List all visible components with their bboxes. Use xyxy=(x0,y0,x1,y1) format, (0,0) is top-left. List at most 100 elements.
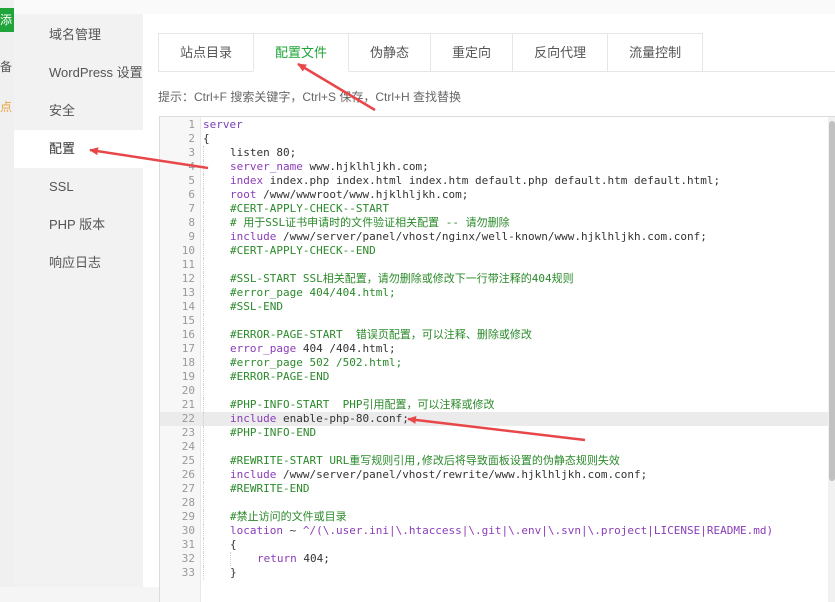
line-text: error_page 404 /404.html; xyxy=(230,342,396,355)
line-number: 19 xyxy=(181,370,195,383)
code-line[interactable]: 13 #error_page 404/404.html; xyxy=(160,286,828,300)
indent-guide xyxy=(203,384,204,398)
code-line[interactable]: 20 xyxy=(160,384,828,398)
line-text: server xyxy=(203,118,243,131)
code-line[interactable]: 12 #SSL-START SSL相关配置，请勿删除或修改下一行带注释的404规则 xyxy=(160,272,828,286)
code-line[interactable]: 6 root /www/wwwroot/www.hjklhljkh.com; xyxy=(160,188,828,202)
line-text: #SSL-END xyxy=(230,300,283,313)
sidebar-item-security[interactable]: 安全 xyxy=(14,92,143,130)
code-line[interactable]: 26 include /www/server/panel/vhost/rewrit… xyxy=(160,468,828,482)
sidebar-item-response-log[interactable]: 响应日志 xyxy=(14,244,143,282)
code-line[interactable]: 27 #REWRITE-END xyxy=(160,482,828,496)
tab-redirect[interactable]: 重定向 xyxy=(430,33,514,71)
code-line[interactable]: 14 #SSL-END xyxy=(160,300,828,314)
line-text: #ERROR-PAGE-START 错误页配置，可以注释、删除或修改 xyxy=(230,328,532,341)
code-line[interactable]: 22 include enable-php-80.conf; xyxy=(160,412,828,426)
code-line[interactable]: 5 index index.php index.html index.htm de… xyxy=(160,174,828,188)
code-line[interactable]: 1 server xyxy=(160,118,828,132)
code-line[interactable]: 23 #PHP-INFO-END xyxy=(160,426,828,440)
background-text-highlight: 点 xyxy=(0,100,13,114)
code-line[interactable]: 9 include /www/server/panel/vhost/nginx/w… xyxy=(160,230,828,244)
code-line[interactable]: 29 #禁止访问的文件或目录 xyxy=(160,510,828,524)
line-number: 12 xyxy=(181,272,195,285)
code-line[interactable]: 2{ xyxy=(160,132,828,146)
line-number: 28 xyxy=(181,496,195,509)
code-line[interactable]: 19 #ERROR-PAGE-END xyxy=(160,370,828,384)
line-number: 6 xyxy=(188,188,195,201)
line-text: include /www/server/panel/vhost/rewrite/… xyxy=(230,468,648,481)
code-line[interactable]: 8 # 用于SSL证书申请时的文件验证相关配置 -- 请勿删除 xyxy=(160,216,828,230)
code-line[interactable]: 3 listen 80; xyxy=(160,146,828,160)
code-line[interactable]: 16 #ERROR-PAGE-START 错误页配置，可以注释、删除或修改 xyxy=(160,328,828,342)
line-number: 22 xyxy=(181,412,195,425)
editor-scroll-thumb[interactable] xyxy=(829,121,835,481)
config-tabs: 站点目录 配置文件 伪静态 重定向 反向代理 流量控制 xyxy=(158,33,835,72)
line-number: 7 xyxy=(188,202,195,215)
indent-guide xyxy=(203,216,204,230)
modal-header xyxy=(14,0,835,15)
main-panel: 站点目录 配置文件 伪静态 重定向 反向代理 流量控制 提示：Ctrl+F 搜索… xyxy=(143,14,835,602)
background-page-strip: 添 备 点 xyxy=(0,0,15,587)
line-number: 17 xyxy=(181,342,195,355)
indent-guide xyxy=(203,328,204,342)
code-line[interactable]: 4 server_name www.hjklhljkh.com; xyxy=(160,160,828,174)
line-text: #PHP-INFO-START PHP引用配置，可以注释或修改 xyxy=(230,398,495,411)
line-text: #PHP-INFO-END xyxy=(230,426,317,439)
background-add-button: 添 xyxy=(0,8,14,32)
code-line[interactable]: 7 #CERT-APPLY-CHECK--START xyxy=(160,202,828,216)
code-line[interactable]: 17 error_page 404 /404.html; xyxy=(160,342,828,356)
tab-site-directory[interactable]: 站点目录 xyxy=(158,33,255,71)
indent-guide xyxy=(203,174,204,188)
config-code-editor[interactable]: 1 server 2{3 listen 80; 4 server_name www.hjk… xyxy=(159,116,835,602)
indent-guide xyxy=(203,300,204,314)
line-number: 31 xyxy=(181,538,195,551)
code-line[interactable]: 32 return 404; xyxy=(160,552,828,566)
line-text: listen 80; xyxy=(230,146,297,159)
indent-guide xyxy=(203,272,204,286)
line-number: 29 xyxy=(181,510,195,523)
sidebar-item-ssl[interactable]: SSL xyxy=(14,168,143,206)
line-text: #SSL-START SSL相关配置，请勿删除或修改下一行带注释的404规则 xyxy=(230,272,574,285)
indent-guide xyxy=(203,356,204,370)
line-number: 26 xyxy=(181,468,195,481)
line-text: return 404; xyxy=(257,552,330,565)
code-line[interactable]: 30 location ~ ^/(\.user.ini|\.htaccess|\.… xyxy=(160,524,828,538)
code-line[interactable]: 33} xyxy=(160,566,828,580)
indent-guide xyxy=(203,230,204,244)
line-number: 24 xyxy=(181,440,195,453)
tab-config-file[interactable]: 配置文件 xyxy=(253,33,350,72)
line-number: 21 xyxy=(181,398,195,411)
line-text: #REWRITE-END xyxy=(230,482,310,495)
line-number: 23 xyxy=(181,426,195,439)
indent-guide xyxy=(203,202,204,216)
code-line[interactable]: 24 xyxy=(160,440,828,454)
line-number: 1 xyxy=(188,118,195,131)
tab-pseudo-static[interactable]: 伪静态 xyxy=(348,33,432,71)
sidebar-item-domain[interactable]: 域名管理 xyxy=(14,16,143,54)
sidebar-item-wordpress[interactable]: WordPress 设置 xyxy=(14,54,143,92)
code-line[interactable]: 15 xyxy=(160,314,828,328)
line-number: 13 xyxy=(181,286,195,299)
code-line[interactable]: 11 xyxy=(160,258,828,272)
tab-traffic-control[interactable]: 流量控制 xyxy=(607,33,704,71)
indent-guide xyxy=(203,314,204,328)
editor-hint: 提示：Ctrl+F 搜索关键字，Ctrl+S 保存，Ctrl+H 查找替换 xyxy=(158,90,462,104)
editor-scrollbar[interactable] xyxy=(828,117,835,602)
code-line[interactable]: 10 #CERT-APPLY-CHECK--END xyxy=(160,244,828,258)
code-line[interactable]: 28 xyxy=(160,496,828,510)
code-line[interactable]: 18 #error_page 502 /502.html; xyxy=(160,356,828,370)
code-line[interactable]: 21 #PHP-INFO-START PHP引用配置，可以注释或修改 xyxy=(160,398,828,412)
code-line[interactable]: 25 #REWRITE-START URL重写规则引用,修改后将导致面板设置的伪静… xyxy=(160,454,828,468)
code-line[interactable]: 31 { xyxy=(160,538,828,552)
line-number: 15 xyxy=(181,314,195,327)
sidebar-item-php-version[interactable]: PHP 版本 xyxy=(14,206,143,244)
line-text: # 用于SSL证书申请时的文件验证相关配置 -- 请勿删除 xyxy=(230,216,510,229)
line-text: index index.php index.html index.htm def… xyxy=(230,174,721,187)
site-settings-sidebar: 域名管理 WordPress 设置 安全 配置 SSL PHP 版本 响应日志 xyxy=(14,14,143,587)
sidebar-item-config[interactable]: 配置 xyxy=(14,130,143,168)
line-text: { xyxy=(203,132,210,145)
indent-guide xyxy=(203,160,204,174)
line-number: 9 xyxy=(188,230,195,243)
line-number: 20 xyxy=(181,384,195,397)
tab-reverse-proxy[interactable]: 反向代理 xyxy=(512,33,609,71)
